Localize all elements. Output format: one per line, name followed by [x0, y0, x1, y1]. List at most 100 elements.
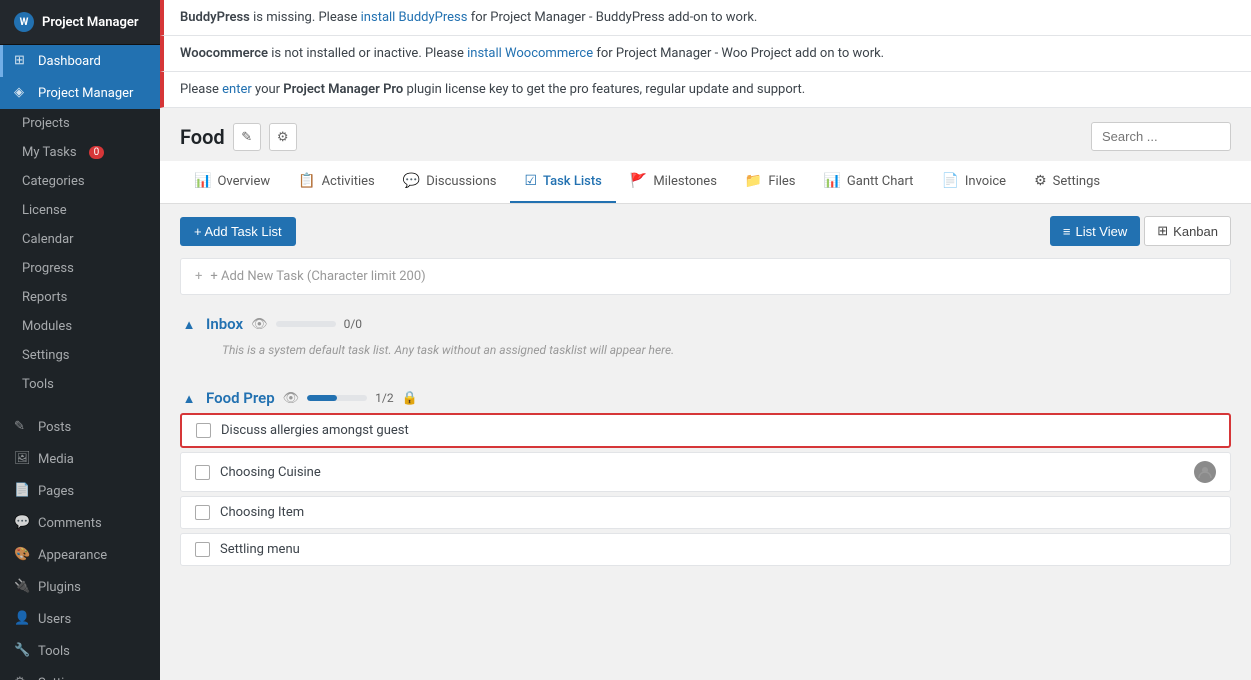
sidebar-item-users[interactable]: 👤 Users — [0, 603, 160, 635]
sidebar-item-my-tasks[interactable]: My Tasks 0 — [0, 138, 160, 167]
sidebar-item-label: Projects — [22, 116, 70, 131]
comments-icon: 💬 — [14, 515, 30, 531]
license-text2: your — [255, 82, 283, 97]
woocommerce-notice: Woocommerce is not installed or inactive… — [160, 36, 1251, 72]
enter-license-link[interactable]: enter — [222, 82, 252, 97]
license-bold: Project Manager Pro — [283, 82, 403, 97]
sidebar-item-label: Tools — [22, 377, 54, 392]
task-checkbox[interactable] — [195, 465, 210, 480]
woocommerce-text2: for Project Manager - Woo Project add on… — [596, 46, 884, 61]
search-input[interactable] — [1091, 122, 1231, 151]
tab-milestones[interactable]: 🚩 Milestones — [616, 161, 731, 203]
inbox-visibility-icon[interactable]: 👁 — [251, 317, 268, 332]
food-prep-collapse-button[interactable]: ▲ — [180, 389, 198, 407]
buddypress-notice: BuddyPress is missing. Please install Bu… — [160, 0, 1251, 36]
activities-icon: 📋 — [298, 173, 315, 189]
sidebar-item-label: Media — [38, 452, 74, 467]
sidebar-item-tools-pm[interactable]: Tools — [0, 370, 160, 399]
sidebar-item-label: Dashboard — [38, 54, 101, 69]
tasklists-icon: ☑ — [524, 173, 537, 189]
task-checkbox[interactable] — [195, 505, 210, 520]
discussions-icon: 💬 — [403, 173, 420, 189]
sidebar-item-settings[interactable]: Settings — [0, 341, 160, 370]
project-header: Food ✎ ⚙ — [160, 108, 1251, 161]
sidebar-brand: W Project Manager — [0, 0, 160, 45]
project-settings-button[interactable]: ⚙ — [269, 123, 297, 151]
install-buddypress-link[interactable]: install BuddyPress — [361, 10, 468, 25]
tab-label: Activities — [322, 174, 375, 189]
tools-icon: 🔧 — [14, 643, 30, 659]
sidebar-item-projects[interactable]: Projects — [0, 109, 160, 138]
sidebar-item-label: Project Manager — [38, 86, 133, 101]
sidebar-item-tools[interactable]: 🔧 Tools — [0, 635, 160, 667]
gantt-icon: 📊 — [823, 173, 840, 189]
sidebar-item-calendar[interactable]: Calendar — [0, 225, 160, 254]
sidebar-item-settings-wp[interactable]: ⚙ Settings — [0, 667, 160, 680]
sidebar-item-label: Comments — [38, 516, 102, 531]
sidebar-item-project-manager[interactable]: ◈ Project Manager — [0, 77, 160, 109]
food-prep-progress-bar — [307, 395, 367, 401]
inbox-collapse-button[interactable]: ▲ — [180, 315, 198, 333]
woocommerce-text1: is not installed or inactive. Please — [271, 46, 467, 61]
sidebar-item-media[interactable]: 🖼 Media — [0, 443, 160, 475]
add-new-task-row[interactable]: + + Add New Task (Character limit 200) — [180, 258, 1231, 295]
sidebar-item-categories[interactable]: Categories — [0, 167, 160, 196]
files-icon: 📁 — [745, 173, 762, 189]
kanban-view-button[interactable]: ⊞ Kanban — [1144, 216, 1231, 246]
add-task-list-button[interactable]: + Add Task List — [180, 217, 296, 246]
task-list-food-prep-header: ▲ Food Prep 👁 1/2 🔒 — [180, 381, 1231, 413]
sidebar-item-modules[interactable]: Modules — [0, 312, 160, 341]
tab-activities[interactable]: 📋 Activities — [284, 161, 389, 203]
tab-invoice[interactable]: 📄 Invoice — [927, 161, 1020, 203]
view-toggle: ≡ List View ⊞ Kanban — [1050, 216, 1231, 246]
edit-project-button[interactable]: ✎ — [233, 123, 261, 151]
sidebar-item-comments[interactable]: 💬 Comments — [0, 507, 160, 539]
buddypress-text2: for Project Manager - BuddyPress add-on … — [471, 10, 758, 25]
food-prep-visibility-icon[interactable]: 👁 — [283, 391, 300, 406]
inbox-description: This is a system default task list. Any … — [180, 339, 1231, 365]
tab-overview[interactable]: 📊 Overview — [180, 161, 284, 203]
license-text1: Please — [180, 82, 222, 97]
project-manager-icon: ◈ — [14, 85, 30, 101]
sidebar-item-appearance[interactable]: 🎨 Appearance — [0, 539, 160, 571]
sidebar-item-progress[interactable]: Progress — [0, 254, 160, 283]
add-task-plus-icon: + — [195, 269, 202, 284]
sidebar-item-label: Appearance — [38, 548, 107, 563]
brand-label: Project Manager — [42, 15, 139, 30]
tab-label: Overview — [217, 174, 270, 189]
sidebar-item-reports[interactable]: Reports — [0, 283, 160, 312]
tab-files[interactable]: 📁 Files — [731, 161, 810, 203]
tab-gantt[interactable]: 📊 Gantt Chart — [809, 161, 927, 203]
sidebar-item-license[interactable]: License — [0, 196, 160, 225]
sidebar-item-label: Progress — [22, 261, 74, 276]
sidebar-item-label: Tools — [38, 644, 70, 659]
food-prep-title: Food Prep — [206, 389, 275, 407]
license-text3: plugin license key to get the pro featur… — [407, 82, 806, 97]
tab-label: Discussions — [426, 174, 496, 189]
posts-icon: ✎ — [14, 419, 30, 435]
sidebar-item-label: Users — [38, 612, 71, 627]
tab-label: Invoice — [965, 174, 1006, 189]
list-view-button[interactable]: ≡ List View — [1050, 216, 1140, 246]
inbox-progress-bar — [276, 321, 336, 327]
tab-task-lists[interactable]: ☑ Task Lists — [510, 161, 615, 203]
tab-settings[interactable]: ⚙ Settings — [1020, 161, 1114, 203]
tab-discussions[interactable]: 💬 Discussions — [389, 161, 511, 203]
license-notice: Please enter your Project Manager Pro pl… — [160, 72, 1251, 108]
invoice-icon: 📄 — [941, 173, 958, 189]
sidebar-item-plugins[interactable]: 🔌 Plugins — [0, 571, 160, 603]
task-checkbox[interactable] — [196, 423, 211, 438]
sidebar-item-posts[interactable]: ✎ Posts — [0, 411, 160, 443]
list-view-label: List View — [1075, 224, 1127, 239]
food-prep-progress-text: 1/2 — [375, 391, 393, 405]
content-area: + + Add New Task (Character limit 200) ▲… — [160, 258, 1251, 680]
sidebar-item-label: Modules — [22, 319, 72, 334]
sidebar-item-label: Calendar — [22, 232, 74, 247]
milestones-icon: 🚩 — [630, 173, 647, 189]
task-checkbox[interactable] — [195, 542, 210, 557]
install-woocommerce-link[interactable]: install Woocommerce — [467, 46, 593, 61]
task-name: Choosing Item — [220, 505, 1216, 520]
sidebar-item-dashboard[interactable]: ⊞ Dashboard — [0, 45, 160, 77]
task-list-inbox: ▲ Inbox 👁 0/0 This is a system default t… — [180, 307, 1231, 365]
sidebar-item-pages[interactable]: 📄 Pages — [0, 475, 160, 507]
